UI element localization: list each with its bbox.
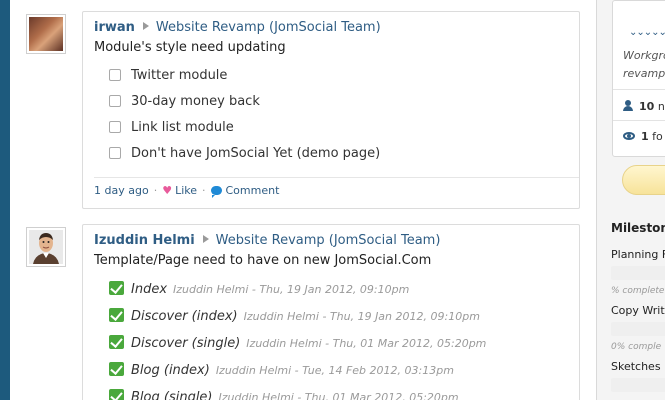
right-sidebar: ⌄⌄⌄⌄⌄ Workgro revamp. 10 n 1 fo Mileston… [598,0,665,400]
activity-card-1: irwan Website Revamp (JomSocial Team) Mod… [82,11,580,209]
avatar-image [29,230,63,264]
todo-label: Link list module [131,120,234,135]
avatar-izuddin-helmi[interactable] [26,227,66,267]
avatar-image [29,17,63,51]
members-stat[interactable]: 10 n [623,100,665,113]
arrow-right-icon [202,235,209,243]
milestone-name[interactable]: Sketches I [611,360,665,373]
user-icon [623,100,633,111]
milestone-name[interactable]: Copy Writi [611,304,665,317]
todo-title: Discover (index) [131,309,238,324]
todo-label: Twitter module [131,68,228,83]
milestones-heading: Mileston [611,221,665,235]
left-edge-stripe [0,0,10,400]
followers-label: fo [652,130,663,143]
milestone-percent: 0% comple [611,342,662,352]
heart-icon[interactable]: ♥ [162,184,172,197]
project-link[interactable]: Website Revamp (JomSocial Team) [216,233,441,248]
completed-todo-item: Discover (index) Izuddin Helmi - Thu, 19 … [109,308,480,326]
comment-bubble-icon[interactable] [210,186,222,198]
todo-item[interactable]: Don't have JomSocial Yet (demo page) [109,145,380,163]
eye-icon [623,132,635,140]
todo-label: Don't have JomSocial Yet (demo page) [131,146,381,161]
activity-message: Template/Page need to have on new JomSoc… [94,253,432,268]
author-link[interactable]: Izuddin Helmi [94,233,195,248]
todo-title: Blog (single) [131,390,213,400]
milestone-progress-bar [611,322,665,336]
separator-dot: · [153,184,158,197]
activity-actions: 1 day ago · ♥ Like · Comment [94,184,280,198]
comment-link[interactable]: Comment [226,184,280,197]
milestone-progress-bar [611,266,665,280]
todo-completion-meta: Izuddin Helmi - Thu, 19 Jan 2012, 09:10p… [173,283,410,296]
checkbox-checked-icon[interactable] [109,389,124,400]
milestone-percent: % complete [611,286,665,296]
like-link[interactable]: Like [175,184,197,197]
todo-completion-meta: Izuddin Helmi - Tue, 14 Feb 2012, 03:13p… [215,364,454,377]
completed-todo-item: Index Izuddin Helmi - Thu, 19 Jan 2012, 0… [109,281,409,299]
todo-title: Discover (single) [131,336,241,351]
members-count: 10 [639,100,655,113]
avatar-irwan[interactable] [26,14,66,54]
activity-header: Izuddin Helmi Website Revamp (JomSocial T… [94,233,440,248]
activity-card-2: Izuddin Helmi Website Revamp (JomSocial T… [82,224,580,400]
checkbox-unchecked-icon[interactable] [109,95,121,107]
checkbox-checked-icon[interactable] [109,362,124,376]
group-info-card: ⌄⌄⌄⌄⌄ Workgro revamp. 10 n 1 fo [612,0,665,157]
todo-item[interactable]: Link list module [109,119,234,137]
project-link[interactable]: Website Revamp (JomSocial Team) [156,20,381,35]
completed-todo-item: Blog (single) Izuddin Helmi - Thu, 01 Mar… [109,389,459,400]
checkbox-checked-icon[interactable] [109,281,124,295]
members-label: n [657,100,665,113]
completed-todo-item: Blog (index) Izuddin Helmi - Tue, 14 Feb … [109,362,454,380]
activity-feed: irwan Website Revamp (JomSocial Team) Mod… [10,0,597,400]
follow-button[interactable] [622,165,665,195]
followers-count: 1 [641,130,649,143]
milestone-progress-bar [611,378,665,392]
group-description-line: revamp. [623,67,665,80]
todo-completion-meta: Izuddin Helmi - Thu, 01 Mar 2012, 05:20p… [246,337,487,350]
completed-todo-item: Discover (single) Izuddin Helmi - Thu, 01… [109,335,486,353]
group-description-line: Workgro [623,49,665,62]
activity-message: Module's style need updating [94,40,286,55]
checkbox-unchecked-icon[interactable] [109,69,121,81]
todo-item[interactable]: Twitter module [109,67,227,85]
card-divider [94,177,579,178]
card-divider [613,120,665,121]
author-link[interactable]: irwan [94,20,135,35]
todo-completion-meta: Izuddin Helmi - Thu, 19 Jan 2012, 09:10p… [243,310,480,323]
checkbox-unchecked-icon[interactable] [109,147,121,159]
arrow-right-icon [142,22,149,30]
separator-dot: · [202,184,206,197]
portrait-icon [29,230,63,264]
activity-sparkline-icon: ⌄⌄⌄⌄⌄ [629,27,665,38]
checkbox-checked-icon[interactable] [109,308,124,322]
todo-title: Blog (index) [131,363,210,378]
timestamp-link[interactable]: 1 day ago [94,184,149,197]
checkbox-unchecked-icon[interactable] [109,121,121,133]
todo-completion-meta: Izuddin Helmi - Thu, 01 Mar 2012, 05:20p… [218,391,459,400]
todo-item[interactable]: 30-day money back [109,93,260,111]
todo-label: 30-day money back [131,94,260,109]
activity-header: irwan Website Revamp (JomSocial Team) [94,20,381,35]
todo-title: Index [131,282,168,297]
milestone-name[interactable]: Planning F [611,248,665,261]
card-divider [613,89,665,90]
followers-stat[interactable]: 1 fo [623,130,663,143]
checkbox-checked-icon[interactable] [109,335,124,349]
